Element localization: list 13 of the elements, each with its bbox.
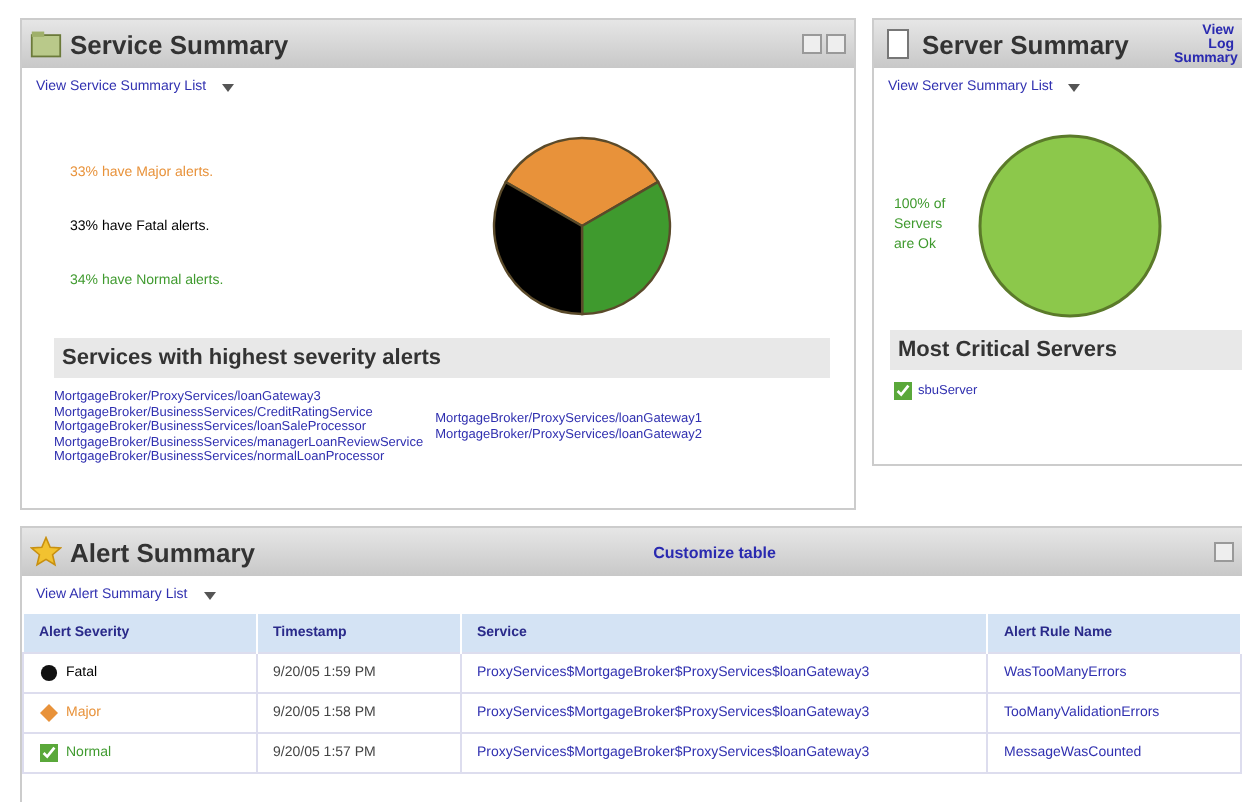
dropdown-icon[interactable] xyxy=(203,591,216,599)
document-icon xyxy=(882,28,914,60)
panel-title: Alert Summary xyxy=(70,537,255,567)
section-heading: Services with highest severity alerts xyxy=(54,338,830,378)
panel-title: Server Summary xyxy=(922,29,1129,59)
panel-title: Service Summary xyxy=(70,29,289,59)
check-icon xyxy=(894,382,912,400)
dropdown-icon[interactable] xyxy=(222,83,235,91)
dropdown-icon[interactable] xyxy=(1068,83,1081,91)
section-heading: Most Critical Servers xyxy=(890,330,1242,370)
folder-icon xyxy=(30,28,62,60)
star-icon xyxy=(30,536,62,568)
customize-table-link[interactable]: Customize table xyxy=(653,543,776,561)
